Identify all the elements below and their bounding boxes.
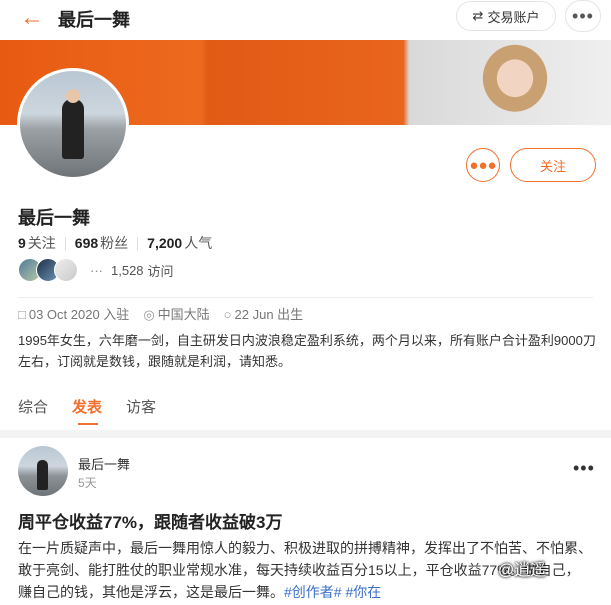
page-title: 最后一舞 (58, 10, 130, 30)
avatar[interactable] (17, 68, 129, 180)
location-text: 中国大陆 (157, 307, 210, 322)
joined-info: □ 03 Oct 2020 入驻 (18, 304, 129, 323)
recent-visitors[interactable]: ··· 1,528 访问 (18, 258, 174, 282)
more-visitors-icon: ··· (90, 262, 103, 278)
chat-bubble-icon: ●●● (469, 156, 497, 174)
birthday-info: ○ 22 Jun 出生 (224, 304, 304, 323)
avatar-figure (37, 460, 48, 490)
banner-photo (470, 40, 560, 125)
popularity-label: 人气 (184, 235, 213, 251)
profile-bio: 1995年女生，六年磨一剑，自主研发日内波浪稳定盈利系统，两个月以来，所有账户合… (18, 333, 596, 369)
tab-posts[interactable]: 发表 (72, 396, 102, 425)
location-info: ◎ 中国大陆 (143, 304, 209, 323)
fans-count[interactable]: 698 (75, 235, 98, 251)
following-label[interactable]: 关注 (28, 233, 56, 253)
stats-divider (64, 236, 66, 250)
stats-divider (137, 236, 139, 250)
visit-count: 1,528 (111, 262, 144, 278)
profile-stats: 9 关注 698 粉丝 7,200 人气 (18, 233, 212, 253)
more-icon: ••• (572, 5, 594, 26)
trade-account-button[interactable]: ⇄ 交易账户 (456, 1, 556, 31)
fans-label[interactable]: 粉丝 (100, 233, 128, 253)
joined-date: 03 Oct 2020 入驻 (28, 307, 130, 322)
more-options-button[interactable]: ••• (565, 0, 601, 32)
calendar-icon: □ (18, 307, 26, 322)
section-divider (18, 297, 593, 298)
follow-button[interactable]: 关注 (510, 148, 596, 182)
avatar-figure (62, 89, 84, 159)
back-arrow-icon[interactable]: ← (20, 4, 44, 32)
post-more-icon[interactable]: ••• (573, 458, 595, 479)
tab-visitors[interactable]: 访客 (126, 396, 156, 425)
popularity-count: 7,200 (147, 235, 183, 251)
following-count[interactable]: 9 (18, 235, 26, 251)
section-gap (0, 430, 611, 438)
profile-name: 最后一舞 (18, 208, 90, 228)
swap-icon: ⇄ (472, 8, 484, 23)
watermark: @逍遥 (498, 562, 547, 579)
top-bar: ← 最后一舞 ⇄ 交易账户 ••• (0, 0, 611, 40)
message-button[interactable]: ●●● (466, 148, 500, 182)
post-author-avatar[interactable] (18, 446, 68, 496)
birthday-text: 22 Jun 出生 (234, 307, 304, 322)
visit-label: 访问 (147, 263, 174, 279)
post-tags[interactable]: #创作者# #你在 (284, 584, 381, 600)
profile-tabs: 综合 发表 访客 (18, 396, 156, 425)
profile-meta: □ 03 Oct 2020 入驻 ◎ 中国大陆 ○ 22 Jun 出生 (18, 304, 303, 323)
post-title[interactable]: 周平仓收益77%，跟随者收益破3万 (18, 508, 282, 533)
location-pin-icon: ◎ (143, 307, 155, 322)
tab-overview[interactable]: 综合 (18, 396, 48, 425)
post-author-name[interactable]: 最后一舞 (78, 454, 130, 473)
visitor-avatar[interactable] (54, 258, 78, 282)
birthday-icon: ○ (223, 307, 232, 322)
profile-page: ← 最后一舞 ⇄ 交易账户 ••• ●●● 关注 最后一舞 9 关注 698 粉… (0, 0, 611, 605)
post-timestamp: 5天 (78, 476, 97, 490)
trade-account-label: 交易账户 (487, 9, 540, 25)
